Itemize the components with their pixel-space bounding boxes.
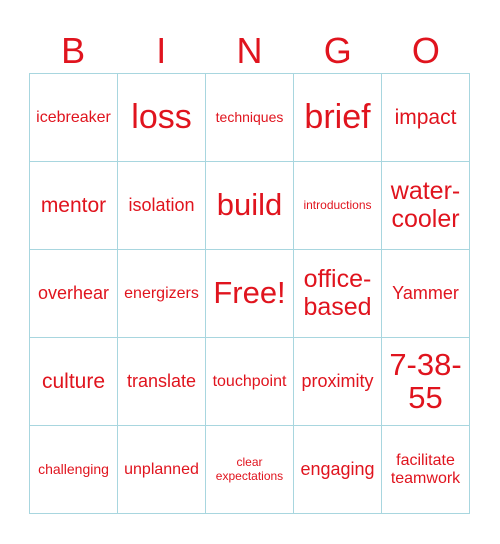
bingo-cell[interactable]: loss — [118, 74, 206, 162]
bingo-cell[interactable]: energizers — [118, 250, 206, 338]
header-letter-o: O — [411, 30, 440, 71]
bingo-cell[interactable]: icebreaker — [30, 74, 118, 162]
bingo-cell[interactable]: engaging — [294, 426, 382, 514]
bingo-cell free-space[interactable]: Free! — [206, 250, 294, 338]
bingo-cell[interactable]: introductions — [294, 162, 382, 250]
header-letter-i: I — [156, 30, 167, 71]
bingo-cell[interactable]: build — [206, 162, 294, 250]
bingo-cell[interactable]: challenging — [30, 426, 118, 514]
bingo-cell[interactable]: unplanned — [118, 426, 206, 514]
bingo-cell[interactable]: clear expectations — [206, 426, 294, 514]
bingo-cell[interactable]: facilitate teamwork — [382, 426, 470, 514]
bingo-cell[interactable]: brief — [294, 74, 382, 162]
bingo-cell[interactable]: office-based — [294, 250, 382, 338]
bingo-cell[interactable]: impact — [382, 74, 470, 162]
bingo-cell[interactable]: overhear — [30, 250, 118, 338]
bingo-grid: icebreaker loss techniques brief impact … — [29, 73, 470, 514]
header-letter-n: N — [236, 30, 263, 71]
bingo-cell[interactable]: culture — [30, 338, 118, 426]
bingo-cell[interactable]: 7-38-55 — [382, 338, 470, 426]
bingo-cell[interactable]: proximity — [294, 338, 382, 426]
bingo-cell[interactable]: mentor — [30, 162, 118, 250]
bingo-cell[interactable]: techniques — [206, 74, 294, 162]
bingo-cell[interactable]: water-cooler — [382, 162, 470, 250]
bingo-cell[interactable]: isolation — [118, 162, 206, 250]
bingo-cell[interactable]: Yammer — [382, 250, 470, 338]
bingo-cell[interactable]: translate — [118, 338, 206, 426]
header-letter-g: G — [323, 30, 352, 71]
header-letter-b: B — [61, 30, 86, 71]
bingo-cell[interactable]: touchpoint — [206, 338, 294, 426]
bingo-header: B I N G O — [29, 28, 470, 74]
